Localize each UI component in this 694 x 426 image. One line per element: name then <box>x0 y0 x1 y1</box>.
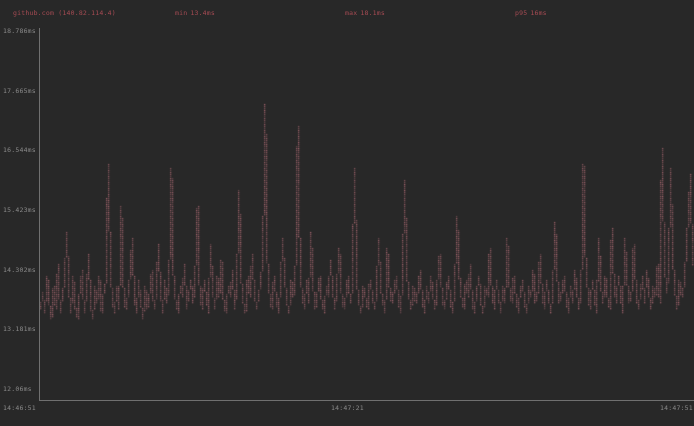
stat-p95-label: p95 <box>515 9 527 17</box>
stat-max: max18.1ms <box>345 9 385 18</box>
y-tick-2: 16.544ms <box>3 146 38 155</box>
x-tick-end: 14:47:51 <box>660 404 693 413</box>
stat-max-value: 18.1ms <box>360 9 385 17</box>
latency-chart-canvas <box>0 0 694 426</box>
stat-p95-value: 16ms <box>530 9 546 17</box>
y-tick-4: 14.302ms <box>3 266 38 275</box>
stat-min: min13.4ms <box>175 9 215 18</box>
x-tick-start: 14:46:51 <box>3 404 36 413</box>
x-tick-middle: 14:47:21 <box>331 404 364 413</box>
host-title: github.com (140.82.114.4) <box>13 9 116 18</box>
x-axis-line <box>39 400 694 401</box>
stat-min-label: min <box>175 9 187 17</box>
y-tick-5: 13.181ms <box>3 325 38 334</box>
y-tick-6: 12.06ms <box>3 385 38 394</box>
y-tick-3: 15.423ms <box>3 206 38 215</box>
y-tick-1: 17.665ms <box>3 87 38 96</box>
stat-min-value: 13.4ms <box>190 9 215 17</box>
terminal-window: github.com (140.82.114.4) min13.4ms max1… <box>0 0 694 426</box>
y-tick-0: 18.786ms <box>3 27 38 36</box>
y-axis-line <box>39 28 40 401</box>
stat-p95: p9516ms <box>515 9 547 18</box>
stat-max-label: max <box>345 9 357 17</box>
